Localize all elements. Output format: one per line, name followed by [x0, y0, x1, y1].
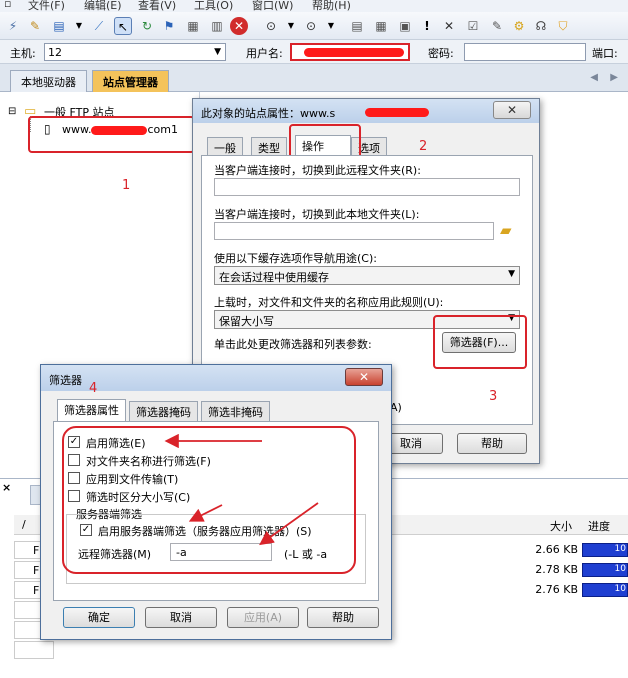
case-rule-label: 上载时，对文件和文件夹的名称应用此规则(U): — [214, 296, 444, 309]
panel-tabs: 本地驱动器 站点管理器 ◀ ▶ — [0, 64, 628, 92]
tab-filter-exclude[interactable]: 筛选非掩码 — [201, 401, 270, 421]
host-input[interactable]: 12 ▼ — [44, 43, 226, 61]
redaction-scribble — [304, 48, 404, 57]
delete-icon[interactable]: ✕ — [440, 17, 458, 35]
progress-bar: 10 — [582, 563, 628, 577]
headset-icon[interactable]: ☊ — [532, 17, 550, 35]
annotation-box-4 — [62, 426, 356, 574]
connect-icon[interactable]: ⚡ — [4, 17, 22, 35]
tab-local-drives[interactable]: 本地驱动器 — [10, 70, 87, 92]
cache-select[interactable]: 在会话过程中使用缓存 ▼ — [214, 266, 520, 285]
annotation-box-1 — [28, 116, 195, 153]
remote-folder-label: 当客户端连接时，切换到此远程文件夹(R): — [214, 164, 421, 177]
new-doc-icon[interactable]: ▤ — [50, 17, 68, 35]
filter-ok-button[interactable]: 确定 — [63, 607, 135, 628]
cursor-icon[interactable]: ↖ — [114, 17, 132, 35]
filter-dialog: 筛选器 ✕ 4 筛选器属性 筛选器掩码 筛选非掩码 ✓ 启用筛选(E) 对文件夹… — [40, 364, 392, 640]
pass-label: 密码: — [428, 47, 454, 60]
shield-icon[interactable]: ⛉ — [554, 17, 572, 35]
tab-general[interactable]: 一般 — [207, 137, 243, 157]
app-icon: ▫ — [4, 0, 12, 10]
queue-close-icon[interactable]: × — [2, 481, 11, 494]
table-icon[interactable]: ▦ — [372, 17, 390, 35]
refresh-icon[interactable]: ↻ — [138, 17, 156, 35]
cache-dropdown-icon: ▼ — [508, 269, 515, 279]
doc-icon[interactable]: ▥ — [208, 17, 226, 35]
collapse-icon[interactable]: ⊟ — [8, 106, 16, 117]
tab-right-arrow-icon[interactable]: ▶ — [610, 72, 618, 83]
filter-props-panel: ✓ 启用筛选(E) 对文件夹名称进行筛选(F) 应用到文件传输(T) 筛选时区分… — [53, 421, 379, 601]
down-circle-icon[interactable]: ⊙ — [262, 17, 280, 35]
menu-help[interactable]: 帮助(H) — [312, 0, 351, 12]
row-size: 2.66 KB — [535, 543, 578, 556]
tab-site-manager[interactable]: 站点管理器 — [92, 70, 169, 92]
exclamation-icon[interactable]: ! — [418, 17, 436, 35]
user-input[interactable] — [290, 43, 410, 61]
tab-filter-mask[interactable]: 筛选器掩码 — [129, 401, 198, 421]
stop-icon[interactable]: ✕ — [230, 17, 248, 35]
edit-icon[interactable]: ✎ — [488, 17, 506, 35]
annotation-box-3 — [433, 315, 527, 369]
menu-bar: ▫ 文件(F) 编辑(E) 查看(V) 工具(O) 窗口(W) 帮助(H) — [0, 0, 628, 12]
menu-window[interactable]: 窗口(W) — [252, 0, 293, 12]
menu-file[interactable]: 文件(F) — [28, 0, 65, 12]
props-title: 此对象的站点属性：www.s — [201, 107, 336, 120]
remote-folder-input[interactable] — [214, 178, 520, 196]
progress-bar: 10 — [582, 543, 628, 557]
dropdown-arrow-icon[interactable]: ▼ — [70, 17, 88, 35]
toolbar: ⚡ ✎ ▤ ▼ ⟋ ↖ ↻ ⚑ ▦ ▥ ✕ ⊙ ▼ ⊙ ▼ ▤ ▦ ▣ ! ✕ … — [0, 12, 628, 40]
tab-type[interactable]: 类型 — [251, 137, 287, 157]
title-redaction — [365, 108, 429, 117]
filter-apply-button[interactable]: 应用(A) — [227, 607, 299, 628]
filter-close-button[interactable]: ✕ — [345, 368, 383, 386]
progress-bar: 10 — [582, 583, 628, 597]
address-bar: 主机: 12 ▼ 用户名: 密码: 端口: — [0, 40, 628, 64]
list-icon[interactable]: ▤ — [348, 17, 366, 35]
cache-label: 使用以下缓存选项作导航用途(C): — [214, 252, 377, 265]
browse-folder-icon[interactable]: ▰ — [500, 221, 512, 239]
dropdown-arrow-icon-2[interactable]: ▼ — [282, 17, 300, 35]
col-size-header[interactable]: 大小 — [550, 518, 572, 534]
annotation-number-4: 4 — [89, 381, 98, 396]
annotation-number-1: 1 — [122, 178, 131, 193]
folder-view-icon[interactable]: ▦ — [184, 17, 202, 35]
local-folder-label: 当客户端连接时，切换到此本地文件夹(L): — [214, 208, 420, 221]
col-progress-header[interactable]: 进度 — [588, 518, 610, 534]
filter-help-button[interactable]: 帮助 — [307, 607, 379, 628]
binary-icon[interactable]: ▣ — [396, 17, 414, 35]
props-help-button[interactable]: 帮助 — [457, 433, 527, 454]
props-title-bar: 此对象的站点属性：www.s ✕ — [193, 99, 539, 123]
host-dropdown-icon[interactable]: ▼ — [214, 47, 221, 57]
tab-filter-properties[interactable]: 筛选器属性 — [57, 399, 126, 421]
menu-edit[interactable]: 编辑(E) — [84, 0, 122, 12]
menu-view[interactable]: 查看(V) — [138, 0, 176, 12]
plug-icon[interactable]: ⟋ — [90, 17, 108, 35]
annotation-number-2: 2 — [419, 139, 428, 154]
local-folder-input[interactable] — [214, 222, 494, 240]
filter-params-label: 单击此处更改筛选器和列表参数: — [214, 338, 372, 351]
row-size: 2.76 KB — [535, 583, 578, 596]
wand-icon[interactable]: ✎ — [26, 17, 44, 35]
host-label: 主机: — [10, 47, 36, 60]
tab-left-arrow-icon[interactable]: ◀ — [590, 72, 598, 83]
menu-tools[interactable]: 工具(O) — [194, 0, 233, 12]
filter-title: 筛选器 — [49, 374, 82, 387]
flag-icon[interactable]: ⚑ — [160, 17, 178, 35]
filter-cancel-button[interactable]: 取消 — [145, 607, 217, 628]
user-label: 用户名: — [246, 47, 283, 60]
row-size: 2.78 KB — [535, 563, 578, 576]
port-label: 端口: — [592, 47, 618, 60]
up-circle-icon[interactable]: ⊙ — [302, 17, 320, 35]
annotation-number-3: 3 — [489, 389, 498, 404]
gear-icon[interactable]: ⚙ — [510, 17, 528, 35]
dropdown-arrow-icon-3[interactable]: ▼ — [322, 17, 340, 35]
col-name-header[interactable]: / — [22, 518, 26, 531]
props-close-button[interactable]: ✕ — [493, 101, 531, 119]
password-input[interactable] — [464, 43, 586, 61]
check-doc-icon[interactable]: ☑ — [464, 17, 482, 35]
